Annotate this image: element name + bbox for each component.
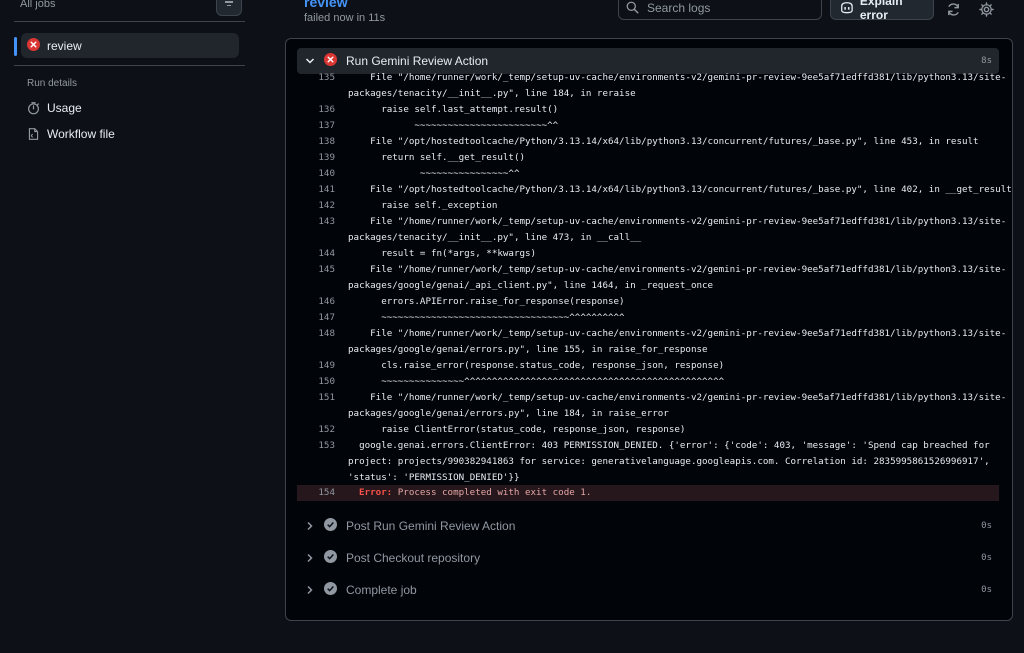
line-number: 137: [318, 120, 335, 131]
log-text: packages/google/genai/errors.py", line 1…: [348, 344, 708, 355]
error-message: Process completed with exit code 1.: [397, 487, 592, 498]
line-number: 135: [318, 72, 335, 83]
log-text: project: projects/990382941863 for servi…: [348, 456, 990, 467]
step-name: Post Run Gemini Review Action: [346, 519, 516, 533]
sidebar-divider: [14, 65, 245, 66]
line-number: 144: [318, 248, 335, 259]
log-text: ~~~~~~~~~~~~~~~^^^^^^^^^^^^^^^^^^^^^^^^^…: [348, 376, 725, 387]
log-text: File "/opt/hostedtoolcache/Python/3.13.1…: [348, 184, 1012, 195]
log-text: File "/home/runner/work/_temp/setup-uv-c…: [348, 392, 1007, 403]
log-text: ~~~~~~~~~~~~~~~~^^: [348, 168, 520, 179]
explain-error-label: Explain error: [859, 0, 903, 22]
log-text: raise self.last_attempt.result(): [348, 104, 559, 115]
chevron-down-icon: [305, 58, 315, 64]
line-number: 150: [318, 376, 335, 387]
log-text: packages/tenacity/__init__.py", line 184…: [348, 88, 636, 99]
filter-icon: [223, 0, 235, 8]
log-text: return self.__get_result(): [348, 152, 526, 163]
sidebar-link-usage[interactable]: Usage: [27, 101, 82, 115]
line-number: 143: [318, 216, 335, 227]
log-text: errors.APIError.raise_for_response(respo…: [348, 296, 625, 307]
step-name: Complete job: [346, 583, 417, 597]
step-post-checkout-repository[interactable]: Post Checkout repository 0s: [297, 545, 999, 571]
step-name: Post Checkout repository: [346, 551, 481, 565]
step-duration: 0s: [981, 521, 992, 531]
log-text: File "/home/runner/work/_temp/setup-uv-c…: [348, 216, 1007, 227]
log-text: packages/google/genai/_api_client.py", l…: [348, 280, 714, 291]
log-text: cls.raise_error(response.status_code, re…: [348, 360, 725, 371]
log-text: raise self._exception: [348, 200, 498, 211]
log-text: File "/home/runner/work/_temp/setup-uv-c…: [348, 72, 1007, 83]
step-name: Run Gemini Review Action: [346, 54, 489, 68]
log-text: packages/tenacity/__init__.py", line 473…: [348, 232, 642, 243]
stopwatch-icon: [28, 102, 39, 115]
log-text: ~~~~~~~~~~~~~~~~~~~~~~~~^^: [348, 120, 559, 131]
line-number: 140: [318, 168, 335, 179]
explain-error-button[interactable]: Explain error: [830, 0, 934, 22]
sidebar-link-workflow-file[interactable]: Workflow file: [27, 127, 115, 141]
step-duration: 0s: [981, 553, 992, 563]
error-log-line: 154 Error: Process completed with exit c…: [297, 485, 999, 501]
selected-indicator: [14, 37, 17, 56]
failed-icon: [324, 53, 337, 69]
success-icon: [324, 582, 337, 598]
run-details-heading: Run details: [27, 78, 78, 89]
job-status-text: failed now in 11s: [304, 12, 386, 24]
line-number: 152: [318, 424, 335, 435]
log-text: packages/google/genai/errors.py", line 1…: [348, 408, 669, 419]
step-duration: 8s: [981, 56, 992, 66]
line-number: 141: [318, 184, 335, 195]
job-label: review: [47, 38, 82, 53]
log-text: result = fn(*args, **kwargs): [348, 248, 537, 259]
sidebar: All jobs review Run details Usage Workfl…: [0, 0, 262, 653]
usage-label: Usage: [47, 101, 82, 115]
line-number: 145: [318, 264, 335, 275]
log-text: google.genai.errors.ClientError: 403 PER…: [348, 440, 990, 451]
failed-icon: [27, 37, 40, 54]
success-icon: [324, 518, 337, 534]
line-number: 136: [318, 104, 335, 115]
log-text: 'status': 'PERMISSION_DENIED'}}: [348, 472, 520, 483]
line-number: 154: [318, 487, 335, 498]
step-duration: 0s: [981, 585, 992, 595]
all-jobs-link[interactable]: All jobs: [20, 0, 55, 10]
success-icon: [324, 550, 337, 566]
job-title: review: [304, 0, 348, 10]
step-post-run-gemini-review-action[interactable]: Post Run Gemini Review Action 0s: [297, 513, 999, 539]
log-text: raise ClientError(status_code, response_…: [348, 424, 686, 435]
step-complete-job[interactable]: Complete job 0s: [297, 577, 999, 603]
sidebar-divider: [14, 21, 245, 22]
line-number: 151: [318, 392, 335, 403]
line-number: 153: [318, 440, 335, 451]
gear-icon: [978, 1, 994, 17]
search-logs[interactable]: [618, 0, 822, 20]
refresh-button[interactable]: [944, 0, 962, 18]
line-number: 146: [318, 296, 335, 307]
chevron-right-icon: [307, 585, 313, 595]
line-number: 142: [318, 200, 335, 211]
settings-button[interactable]: [977, 0, 995, 18]
copilot-icon: [841, 2, 853, 14]
log-text: ~~~~~~~~~~~~~~~~~~~~~~~~~~~~~~~~~~^^^^^^…: [348, 312, 625, 323]
log-text: File "/home/runner/work/_temp/setup-uv-c…: [348, 264, 1007, 275]
line-number: 138: [318, 136, 335, 147]
refresh-icon: [947, 2, 959, 16]
line-number: 139: [318, 152, 335, 163]
file-icon: [28, 128, 39, 140]
chevron-right-icon: [307, 553, 313, 563]
search-input[interactable]: [645, 0, 809, 16]
chevron-right-icon: [307, 521, 313, 531]
line-number: 149: [318, 360, 335, 371]
filter-button[interactable]: [216, 0, 242, 16]
line-number: 148: [318, 328, 335, 339]
log-text: File "/home/runner/work/_temp/setup-uv-c…: [348, 328, 1007, 339]
sidebar-job-review[interactable]: review: [21, 33, 239, 58]
line-number: 147: [318, 312, 335, 323]
log-text: File "/opt/hostedtoolcache/Python/3.13.1…: [348, 136, 979, 147]
error-keyword: Error:: [359, 487, 393, 498]
search-icon: [626, 1, 639, 14]
workflow-file-label: Workflow file: [47, 127, 115, 141]
